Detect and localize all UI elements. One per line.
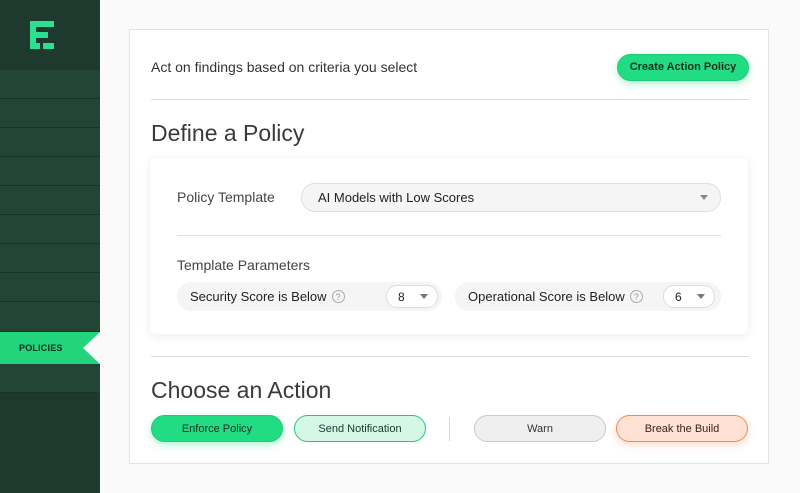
- policy-template-label: Policy Template: [177, 189, 275, 205]
- action-buttons: Enforce Policy Send Notification Warn Br…: [151, 415, 749, 442]
- sidebar-item-label: POLICIES: [19, 343, 63, 353]
- template-parameters-label: Template Parameters: [177, 257, 311, 273]
- policy-panel: Policy Template AI Models with Low Score…: [150, 158, 748, 334]
- policy-template-select[interactable]: AI Models with Low Scores: [301, 183, 721, 212]
- sidebar-item-6[interactable]: [0, 215, 100, 244]
- chevron-down-icon: [700, 195, 708, 200]
- sidebar-item-1[interactable]: [0, 70, 100, 99]
- chevron-down-icon: [420, 294, 428, 299]
- sidebar-item-5[interactable]: [0, 186, 100, 215]
- sidebar-item-7[interactable]: [0, 244, 100, 273]
- card-header: Act on findings based on criteria you se…: [151, 52, 749, 82]
- choose-action-title: Choose an Action: [151, 377, 332, 403]
- security-score-param: Security Score is Below ? 8: [177, 282, 442, 311]
- section-divider: [151, 356, 749, 357]
- sidebar: POLICIES: [0, 0, 100, 493]
- sidebar-item-policies[interactable]: POLICIES: [0, 332, 100, 364]
- brand-logo-icon[interactable]: [30, 21, 54, 49]
- define-policy-title: Define a Policy: [151, 120, 305, 146]
- help-icon[interactable]: ?: [629, 290, 643, 303]
- operational-score-value: 6: [675, 289, 682, 304]
- sidebar-item-2[interactable]: [0, 99, 100, 128]
- header-divider: [151, 99, 749, 100]
- logo-area: [0, 0, 100, 70]
- action-separator: [449, 417, 450, 441]
- sidebar-item-3[interactable]: [0, 128, 100, 157]
- policy-card: Act on findings based on criteria you se…: [129, 29, 769, 464]
- panel-divider: [177, 235, 721, 236]
- security-score-label: Security Score is Below: [190, 289, 327, 304]
- sidebar-item-11[interactable]: [0, 364, 100, 393]
- policy-template-value: AI Models with Low Scores: [318, 190, 475, 205]
- operational-score-param: Operational Score is Below ? 6: [455, 282, 721, 311]
- security-score-select[interactable]: 8: [386, 285, 438, 308]
- operational-score-select[interactable]: 6: [663, 285, 715, 308]
- sidebar-item-9[interactable]: [0, 302, 100, 332]
- operational-score-label: Operational Score is Below: [468, 289, 625, 304]
- warn-button[interactable]: Warn: [474, 415, 606, 442]
- break-the-build-button[interactable]: Break the Build: [616, 415, 748, 442]
- send-notification-button[interactable]: Send Notification: [294, 415, 426, 442]
- enforce-policy-button[interactable]: Enforce Policy: [151, 415, 283, 442]
- create-action-policy-button[interactable]: Create Action Policy: [617, 53, 749, 81]
- help-icon[interactable]: ?: [331, 290, 345, 303]
- sidebar-item-4[interactable]: [0, 157, 100, 186]
- header-description: Act on findings based on criteria you se…: [151, 59, 418, 75]
- security-score-value: 8: [398, 289, 405, 304]
- sidebar-item-8[interactable]: [0, 273, 100, 302]
- chevron-down-icon: [697, 294, 705, 299]
